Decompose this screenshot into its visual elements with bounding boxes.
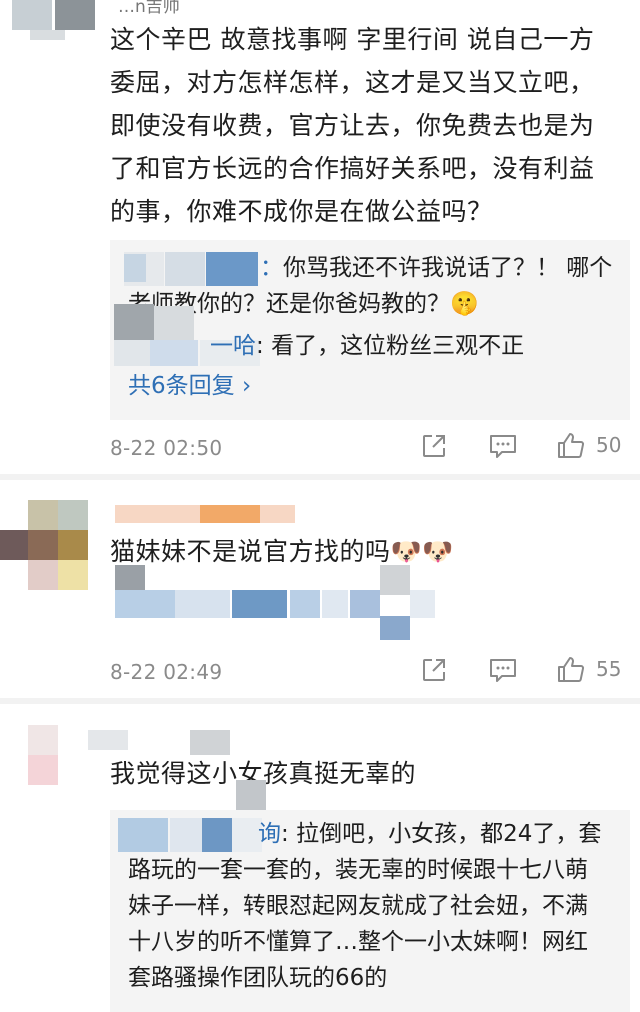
like-count: 50: [596, 433, 622, 457]
comment-text: 我觉得这小女孩真挺无辜的: [110, 759, 417, 788]
reply-text: 一哈: 看了，这位粉丝三观不正: [210, 328, 610, 364]
reply-line: 你骂我还不许我说话了？！ 哪个: [283, 255, 613, 281]
like-icon: [556, 654, 586, 684]
divider: [0, 698, 640, 704]
comment-text: 猫妹妹不是说官方找的吗🐶🐶: [110, 537, 454, 566]
reply-line: 路玩的一套一套的，装无辜的时候跟十七八萌: [128, 857, 588, 883]
avatar[interactable]: [0, 0, 100, 40]
reply-author[interactable]: 询: [258, 821, 281, 847]
share-icon: [420, 656, 448, 684]
reply-line: 老师教你的？还是你爸妈教的？🤫: [128, 291, 479, 317]
comment-line: 这个辛巴 故意找事啊 字里行间 说自己一方: [110, 25, 595, 54]
comment-time: 8-22 02:49: [110, 660, 223, 684]
avatar[interactable]: [0, 500, 100, 600]
reply-author[interactable]: 一哈: [210, 333, 256, 359]
comment-button[interactable]: [488, 432, 518, 460]
author-name[interactable]: …n吉帅: [118, 0, 180, 17]
avatar[interactable]: [0, 725, 128, 795]
reply-box[interactable]: ：你骂我还不许我说话了？！ 哪个 老师教你的？还是你爸妈教的？🤫 一哈: 看了，…: [110, 240, 630, 420]
reply-text: ：你骂我还不许我说话了？！ 哪个: [260, 250, 620, 286]
reply-separator: :: [281, 821, 297, 847]
reply-line: 十八岁的听不懂算了…整个一小太妹啊！网红: [128, 929, 588, 955]
comment-line: 的事，你难不成你是在做公益吗？: [110, 197, 493, 226]
divider: [0, 474, 640, 480]
comment-line: 了和官方长远的合作搞好关系吧，没有利益: [110, 154, 595, 183]
reply-line: 拉倒吧，小女孩，都24了，套: [296, 821, 602, 847]
like-button[interactable]: 55: [556, 654, 621, 684]
reply-box[interactable]: 询: 拉倒吧，小女孩，都24了，套 路玩的一套一套的，装无辜的时候跟十七八萌 妹…: [110, 780, 630, 1012]
reply-separator: :: [256, 333, 272, 359]
share-button[interactable]: [420, 656, 448, 684]
reply-line: 看了，这位粉丝三观不正: [271, 333, 525, 359]
comment-text: 这个辛巴 故意找事啊 字里行间 说自己一方 委屈，对方怎样怎样，这才是又当又立吧…: [110, 18, 630, 233]
more-replies-link[interactable]: 共6条回复 ›: [128, 368, 618, 404]
comment-icon: [488, 432, 518, 460]
comment-time: 8-22 02:50: [110, 436, 223, 460]
like-count: 55: [596, 657, 622, 681]
reply-line: 妹子一样，转眼怼起网友就成了社会妞，不满: [128, 893, 588, 919]
like-button[interactable]: 50: [556, 430, 621, 460]
share-icon: [420, 432, 448, 460]
comment-button[interactable]: [488, 656, 518, 684]
reply-line: 套路骚操作团队玩的66的: [128, 965, 388, 991]
reply-text: 询: 拉倒吧，小女孩，都24了，套: [258, 816, 618, 852]
reply-author[interactable]: ：: [260, 255, 283, 281]
comment-line: 即使没有收费，官方让去，你免费去也是为: [110, 111, 595, 140]
like-icon: [556, 430, 586, 460]
comment-icon: [488, 656, 518, 684]
share-button[interactable]: [420, 432, 448, 460]
comment-line: 委屈，对方怎样怎样，这才是又当又立吧，: [110, 68, 595, 97]
